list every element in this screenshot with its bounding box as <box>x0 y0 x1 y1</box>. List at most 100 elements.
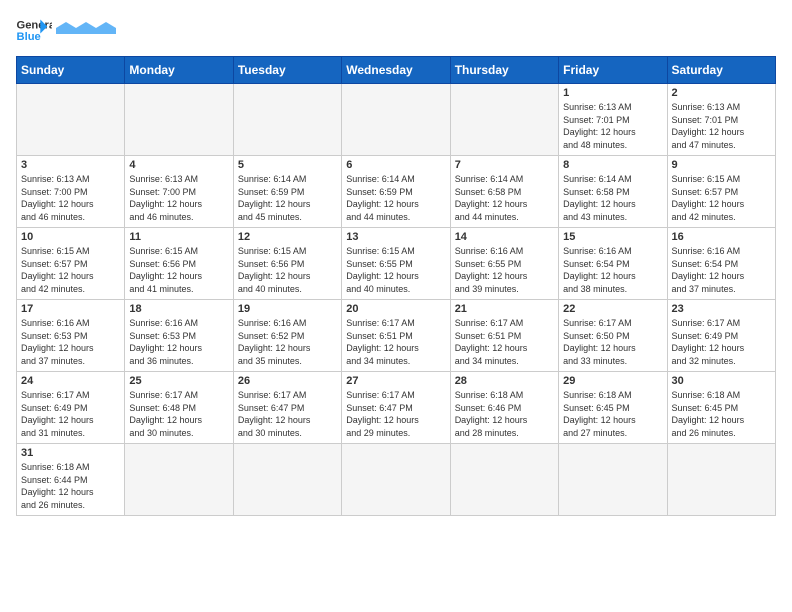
svg-text:Blue: Blue <box>17 31 41 43</box>
calendar-cell: 17 Sunrise: 6:16 AM Sunset: 6:53 PM Dayli… <box>17 300 125 372</box>
calendar-cell: 27Sunrise: 6:17 AM Sunset: 6:47 PM Dayli… <box>342 372 450 444</box>
day-info: Sunrise: 6:13 AM Sunset: 7:01 PM Dayligh… <box>563 101 662 151</box>
day-info: Sunrise: 6:16 AM Sunset: 6:53 PM Dayligh… <box>129 317 228 367</box>
day-info: Sunrise: 6:15 AM Sunset: 6:57 PM Dayligh… <box>672 173 771 223</box>
calendar-cell: 14 Sunrise: 6:16 AM Sunset: 6:55 PM Dayli… <box>450 228 558 300</box>
day-info: Sunrise: 6:16 AM Sunset: 6:54 PM Dayligh… <box>563 245 662 295</box>
day-info: Sunrise: 6:17 AM Sunset: 6:50 PM Dayligh… <box>563 317 662 367</box>
day-number: 18 <box>129 303 228 315</box>
day-info: Sunrise: 6:17 AM Sunset: 6:49 PM Dayligh… <box>672 317 771 367</box>
calendar-table: SundayMondayTuesdayWednesdayThursdayFrid… <box>16 56 776 516</box>
day-number: 22 <box>563 303 662 315</box>
day-info: Sunrise: 6:16 AM Sunset: 6:53 PM Dayligh… <box>21 317 120 367</box>
calendar-cell: 26 Sunrise: 6:17 AM Sunset: 6:47 PM Dayli… <box>233 372 341 444</box>
day-number: 2 <box>672 87 771 99</box>
day-number: 11 <box>129 231 228 243</box>
header-friday: Friday <box>559 57 667 84</box>
header-monday: Monday <box>125 57 233 84</box>
calendar-cell: 4 Sunrise: 6:13 AM Sunset: 7:00 PM Daylig… <box>125 156 233 228</box>
day-info: Sunrise: 6:15 AM Sunset: 6:57 PM Dayligh… <box>21 245 120 295</box>
calendar-cell: 13 Sunrise: 6:15 AM Sunset: 6:55 PM Dayli… <box>342 228 450 300</box>
calendar-cell: 3Sunrise: 6:13 AM Sunset: 7:00 PM Daylig… <box>17 156 125 228</box>
day-info: Sunrise: 6:17 AM Sunset: 6:51 PM Dayligh… <box>455 317 554 367</box>
calendar-cell: 30 Sunrise: 6:18 AM Sunset: 6:45 PM Dayli… <box>667 372 775 444</box>
day-number: 29 <box>563 375 662 387</box>
calendar-cell: 2 Sunrise: 6:13 AM Sunset: 7:01 PM Daylig… <box>667 84 775 156</box>
day-info: Sunrise: 6:14 AM Sunset: 6:59 PM Dayligh… <box>238 173 337 223</box>
day-number: 5 <box>238 159 337 171</box>
day-number: 12 <box>238 231 337 243</box>
calendar-cell: 21 Sunrise: 6:17 AM Sunset: 6:51 PM Dayli… <box>450 300 558 372</box>
day-info: Sunrise: 6:18 AM Sunset: 6:46 PM Dayligh… <box>455 389 554 439</box>
day-number: 26 <box>238 375 337 387</box>
calendar-cell: 5 Sunrise: 6:14 AM Sunset: 6:59 PM Daylig… <box>233 156 341 228</box>
day-number: 31 <box>21 447 120 459</box>
calendar-cell: 19 Sunrise: 6:16 AM Sunset: 6:52 PM Dayli… <box>233 300 341 372</box>
logo-icon: General Blue <box>16 16 52 44</box>
day-info: Sunrise: 6:17 AM Sunset: 6:49 PM Dayligh… <box>21 389 120 439</box>
day-number: 4 <box>129 159 228 171</box>
day-info: Sunrise: 6:17 AM Sunset: 6:47 PM Dayligh… <box>346 389 445 439</box>
day-info: Sunrise: 6:13 AM Sunset: 7:00 PM Dayligh… <box>21 173 120 223</box>
day-number: 16 <box>672 231 771 243</box>
day-number: 9 <box>672 159 771 171</box>
calendar-cell: 1 Sunrise: 6:13 AM Sunset: 7:01 PM Daylig… <box>559 84 667 156</box>
calendar-cell: 8 Sunrise: 6:14 AM Sunset: 6:58 PM Daylig… <box>559 156 667 228</box>
day-number: 1 <box>563 87 662 99</box>
calendar-cell: 9 Sunrise: 6:15 AM Sunset: 6:57 PM Daylig… <box>667 156 775 228</box>
calendar-cell: 16 Sunrise: 6:16 AM Sunset: 6:54 PM Dayli… <box>667 228 775 300</box>
day-number: 17 <box>21 303 120 315</box>
day-number: 20 <box>346 303 445 315</box>
day-number: 24 <box>21 375 120 387</box>
calendar-cell: 25 Sunrise: 6:17 AM Sunset: 6:48 PM Dayli… <box>125 372 233 444</box>
logo: General Blue <box>16 16 116 44</box>
day-info: Sunrise: 6:15 AM Sunset: 6:55 PM Dayligh… <box>346 245 445 295</box>
calendar-cell: 15 Sunrise: 6:16 AM Sunset: 6:54 PM Dayli… <box>559 228 667 300</box>
day-number: 7 <box>455 159 554 171</box>
day-info: Sunrise: 6:15 AM Sunset: 6:56 PM Dayligh… <box>238 245 337 295</box>
calendar-cell <box>233 444 341 516</box>
day-info: Sunrise: 6:14 AM Sunset: 6:58 PM Dayligh… <box>563 173 662 223</box>
day-info: Sunrise: 6:17 AM Sunset: 6:48 PM Dayligh… <box>129 389 228 439</box>
calendar-cell: 29 Sunrise: 6:18 AM Sunset: 6:45 PM Dayli… <box>559 372 667 444</box>
page-header: General Blue <box>16 16 776 44</box>
day-info: Sunrise: 6:16 AM Sunset: 6:55 PM Dayligh… <box>455 245 554 295</box>
day-info: Sunrise: 6:17 AM Sunset: 6:51 PM Dayligh… <box>346 317 445 367</box>
calendar-cell <box>233 84 341 156</box>
day-info: Sunrise: 6:13 AM Sunset: 7:00 PM Dayligh… <box>129 173 228 223</box>
day-info: Sunrise: 6:17 AM Sunset: 6:47 PM Dayligh… <box>238 389 337 439</box>
day-info: Sunrise: 6:16 AM Sunset: 6:54 PM Dayligh… <box>672 245 771 295</box>
day-info: Sunrise: 6:15 AM Sunset: 6:56 PM Dayligh… <box>129 245 228 295</box>
day-number: 13 <box>346 231 445 243</box>
calendar-cell: 20 Sunrise: 6:17 AM Sunset: 6:51 PM Dayli… <box>342 300 450 372</box>
day-info: Sunrise: 6:13 AM Sunset: 7:01 PM Dayligh… <box>672 101 771 151</box>
day-info: Sunrise: 6:18 AM Sunset: 6:44 PM Dayligh… <box>21 461 120 511</box>
day-number: 21 <box>455 303 554 315</box>
day-number: 15 <box>563 231 662 243</box>
calendar-cell <box>125 444 233 516</box>
calendar-cell: 6Sunrise: 6:14 AM Sunset: 6:59 PM Daylig… <box>342 156 450 228</box>
calendar-cell: 22 Sunrise: 6:17 AM Sunset: 6:50 PM Dayli… <box>559 300 667 372</box>
day-number: 19 <box>238 303 337 315</box>
calendar-cell: 10Sunrise: 6:15 AM Sunset: 6:57 PM Dayli… <box>17 228 125 300</box>
day-number: 23 <box>672 303 771 315</box>
day-info: Sunrise: 6:16 AM Sunset: 6:52 PM Dayligh… <box>238 317 337 367</box>
day-number: 6 <box>346 159 445 171</box>
calendar-cell: 24 Sunrise: 6:17 AM Sunset: 6:49 PM Dayli… <box>17 372 125 444</box>
calendar-cell <box>559 444 667 516</box>
calendar-cell <box>450 84 558 156</box>
header-tuesday: Tuesday <box>233 57 341 84</box>
day-number: 14 <box>455 231 554 243</box>
calendar-cell: 23 Sunrise: 6:17 AM Sunset: 6:49 PM Dayli… <box>667 300 775 372</box>
logo-wave <box>56 22 116 34</box>
header-wednesday: Wednesday <box>342 57 450 84</box>
day-number: 30 <box>672 375 771 387</box>
day-info: Sunrise: 6:18 AM Sunset: 6:45 PM Dayligh… <box>672 389 771 439</box>
calendar-cell <box>450 444 558 516</box>
calendar-cell: 12 Sunrise: 6:15 AM Sunset: 6:56 PM Dayli… <box>233 228 341 300</box>
day-info: Sunrise: 6:18 AM Sunset: 6:45 PM Dayligh… <box>563 389 662 439</box>
day-number: 8 <box>563 159 662 171</box>
calendar-cell <box>342 84 450 156</box>
calendar-cell <box>17 84 125 156</box>
day-number: 25 <box>129 375 228 387</box>
